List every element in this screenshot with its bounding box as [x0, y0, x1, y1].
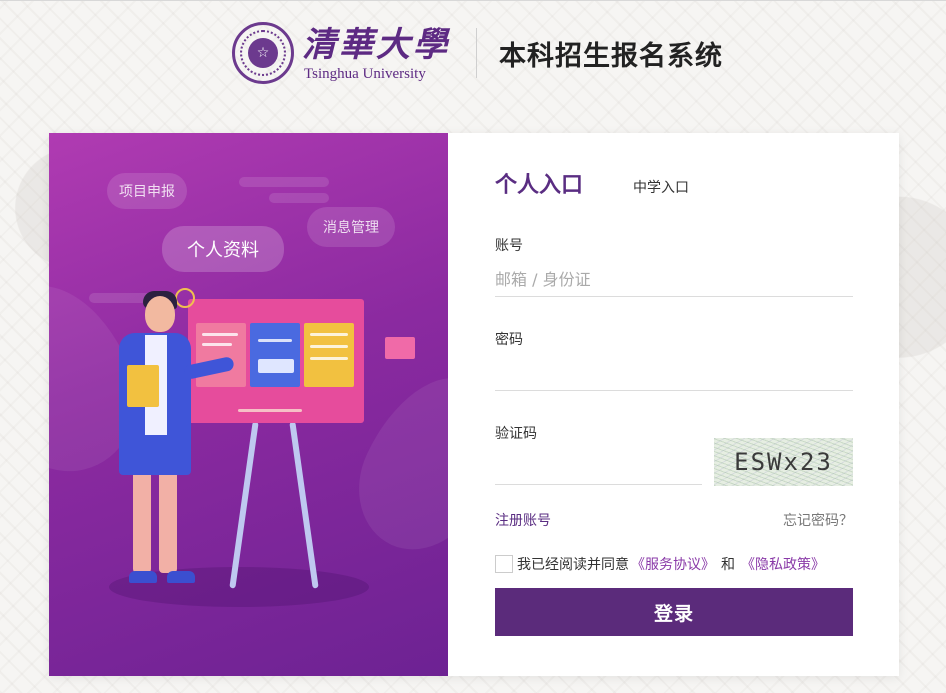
header: ☆ 清華大學 Tsinghua University 本科招生报名系统	[232, 18, 723, 88]
bubble-messages: 消息管理	[307, 207, 395, 247]
board-line	[238, 409, 302, 412]
tab-school-entry[interactable]: 中学入口	[633, 177, 689, 197]
login-form: 个人入口 中学入口 账号 密码 验证码 ESWx23 注册账号 忘记密码？ 我已…	[448, 133, 899, 676]
board-line	[310, 345, 348, 348]
board-line	[258, 339, 292, 342]
login-button[interactable]: 登录	[495, 588, 853, 636]
board-panel-blue	[250, 323, 300, 387]
top-border	[0, 0, 946, 1]
header-divider	[476, 28, 477, 78]
university-name-en: Tsinghua University	[304, 66, 426, 82]
envelope-icon	[385, 337, 415, 359]
password-input[interactable]	[495, 357, 853, 391]
person-shoe	[129, 571, 157, 583]
captcha-input[interactable]	[495, 451, 702, 485]
board-line	[258, 359, 294, 373]
bubble-profile: 个人资料	[162, 226, 284, 272]
person-shoe	[167, 571, 195, 583]
person-head	[145, 296, 175, 332]
cloud-decoration	[239, 177, 329, 187]
person-leg	[133, 468, 151, 573]
board-line	[310, 357, 348, 360]
system-title: 本科招生报名系统	[499, 40, 723, 72]
folder-icon	[127, 365, 159, 407]
login-card: 项目申报 个人资料 消息管理 个人入口 中学入口 账号 邮箱 / 身份证 密码 …	[49, 133, 899, 676]
illustration-panel: 项目申报 个人资料 消息管理	[49, 133, 448, 676]
agreement-row: 我已经阅读并同意 《服务协议》 和 《隐私政策》	[495, 554, 827, 574]
easel-leg	[289, 421, 319, 589]
person-leg	[159, 468, 177, 573]
account-label: 账号	[495, 238, 523, 254]
tab-personal-entry[interactable]: 个人入口	[495, 167, 583, 199]
forgot-password-link[interactable]: 忘记密码？	[783, 510, 853, 530]
ring-decoration	[175, 288, 195, 308]
board-line	[202, 343, 232, 346]
bubble-project-apply: 项目申报	[107, 173, 187, 209]
university-name-cn: 清華大學	[302, 25, 450, 65]
captcha-label: 验证码	[495, 426, 537, 442]
and-text: 和	[721, 557, 735, 573]
board-line	[202, 333, 238, 336]
easel-leg	[229, 421, 259, 589]
register-link[interactable]: 注册账号	[495, 510, 551, 530]
seal-star-icon: ☆	[248, 38, 278, 68]
account-input[interactable]	[495, 263, 853, 297]
agree-checkbox[interactable]	[495, 555, 513, 573]
service-agreement-link[interactable]: 《服务协议》	[631, 554, 715, 574]
university-seal-logo: ☆	[232, 22, 294, 84]
board-line	[310, 333, 348, 336]
cloud-decoration	[269, 193, 329, 203]
login-tabs: 个人入口 中学入口	[495, 167, 689, 199]
privacy-policy-link[interactable]: 《隐私政策》	[741, 554, 825, 574]
agree-text: 我已经阅读并同意	[517, 557, 629, 573]
university-brand: 清華大學 Tsinghua University	[302, 24, 450, 82]
captcha-image[interactable]: ESWx23	[714, 438, 853, 486]
password-label: 密码	[495, 332, 523, 348]
